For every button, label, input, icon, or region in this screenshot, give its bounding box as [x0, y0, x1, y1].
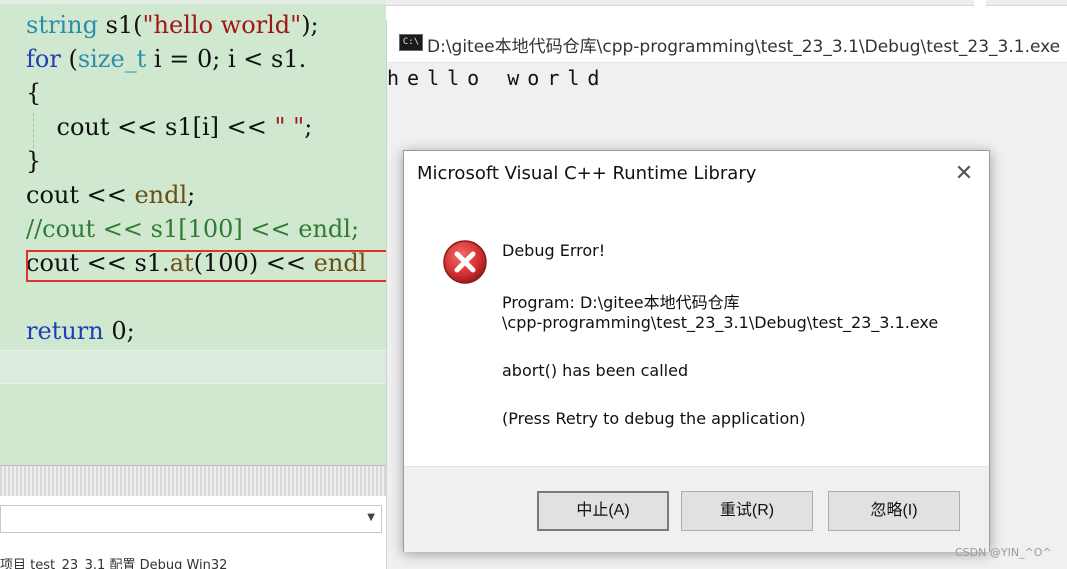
error-icon: [443, 240, 487, 284]
code-token: <<: [117, 113, 165, 141]
code-line: cout << endl;: [26, 178, 195, 212]
code-line: return 0;: [26, 314, 135, 348]
code-token: return: [26, 317, 104, 345]
ignore-button[interactable]: 忽略(I): [828, 491, 960, 531]
code-line: string s1("hello world");: [26, 8, 319, 42]
code-token: //cout << s1[100] << endl;: [26, 215, 360, 243]
error-line-highlight-box: [26, 250, 408, 282]
close-icon[interactable]: ✕: [952, 163, 976, 187]
runtime-error-dialog: Microsoft Visual C++ Runtime Library ✕ D…: [403, 150, 990, 552]
code-token: for: [26, 45, 61, 73]
background-tab: [386, 0, 974, 6]
code-token: );: [301, 11, 319, 39]
console-titlebar[interactable]: C:\ D:\gitee本地代码仓库\cpp-programming\test_…: [387, 20, 1067, 63]
console-app-icon: C:\: [399, 34, 423, 51]
code-token: i = 0; i < s1.: [146, 45, 307, 73]
status-line: 项目 test_23_3.1 配置 Debug Win32: [0, 558, 228, 569]
code-token: {: [26, 79, 42, 107]
retry-hint: (Press Retry to debug the application): [502, 409, 806, 428]
watermark: CSDN @YIN_^O^: [955, 546, 1052, 559]
current-line-highlight: [0, 350, 386, 384]
program-path-line1: Program: D:\gitee本地代码仓库: [502, 293, 740, 312]
abort-button[interactable]: 中止(A): [537, 491, 669, 531]
code-token: s1(: [97, 11, 143, 39]
error-heading: Debug Error!: [502, 241, 606, 260]
code-line: }: [26, 144, 41, 178]
editor-top-band: [0, 0, 386, 4]
background-window-strip: [386, 0, 1067, 20]
dialog-title: Microsoft Visual C++ Runtime Library: [417, 163, 757, 184]
code-token: cout <<: [26, 181, 135, 209]
code-token: endl: [134, 181, 188, 209]
code-token: 0;: [103, 317, 135, 345]
error-message: abort() has been called: [502, 361, 689, 380]
console-output: hello world: [387, 66, 608, 90]
code-token: "hello world": [142, 11, 302, 39]
code-token: ;: [187, 181, 196, 209]
code-token: }: [26, 147, 42, 175]
background-tab: [986, 0, 1067, 6]
program-path-line2: \cpp-programming\test_23_3.1\Debug\test_…: [502, 313, 939, 332]
code-token: cout: [26, 113, 118, 141]
code-token: (: [60, 45, 78, 73]
retry-button[interactable]: 重试(R): [681, 491, 813, 531]
chevron-down-icon[interactable]: ▼: [367, 512, 375, 523]
code-token: string: [26, 11, 98, 39]
code-editor[interactable]: string s1("hello world"); for (size_t i =…: [0, 0, 386, 465]
dialog-button-bar: 中止(A) 重试(R) 忽略(I): [404, 466, 989, 552]
code-line: cout << s1[i] << " ";: [26, 110, 313, 144]
code-line: for (size_t i = 0; i < s1.: [26, 42, 306, 76]
dropdown-combo[interactable]: ▼: [0, 505, 382, 533]
console-title: D:\gitee本地代码仓库\cpp-programming\test_23_3…: [427, 37, 1061, 57]
code-token: " ": [274, 113, 305, 141]
code-token: size_t: [77, 45, 147, 73]
code-token: s1[i] <<: [165, 113, 275, 141]
code-token: ;: [304, 113, 313, 141]
code-line: {: [26, 76, 41, 110]
code-line: //cout << s1[100] << endl;: [26, 212, 359, 246]
horizontal-scrollbar[interactable]: [0, 465, 386, 496]
